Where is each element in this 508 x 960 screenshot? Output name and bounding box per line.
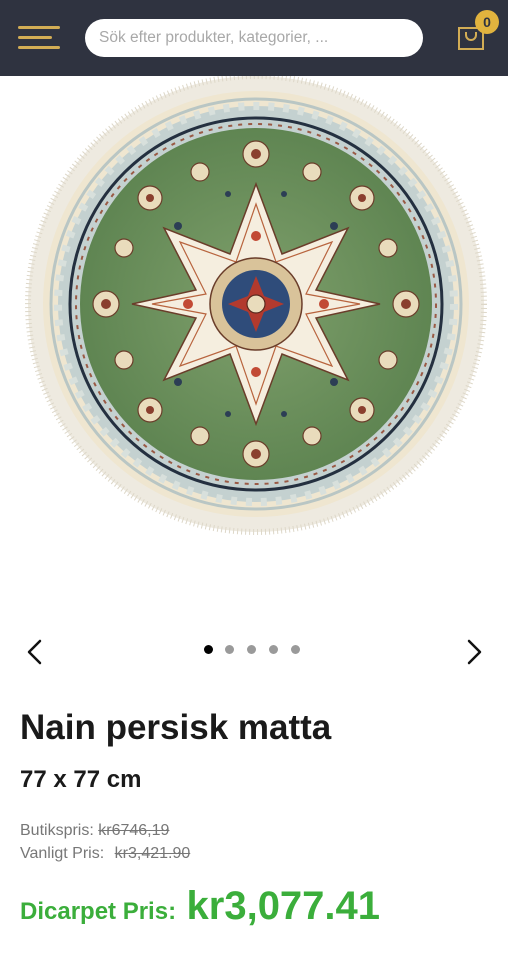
slide-dot-5[interactable] xyxy=(291,645,300,654)
product-image[interactable] xyxy=(0,76,508,621)
final-price-label: Dicarpet Pris: xyxy=(20,898,177,925)
final-price-row: Dicarpet Pris: kr3,077.41 xyxy=(20,884,380,929)
slide-dot-4[interactable] xyxy=(269,645,278,654)
product-size: 77 x 77 cm xyxy=(20,766,142,793)
store-price: kr6746,19 xyxy=(98,822,170,839)
cart-count-badge: 0 xyxy=(475,10,499,34)
regular-price: kr3,421.90 xyxy=(114,845,191,862)
slide-dot-1[interactable] xyxy=(204,645,213,654)
cart-button[interactable]: 0 xyxy=(455,10,499,56)
top-header: 0 xyxy=(0,0,508,76)
search-input[interactable] xyxy=(85,19,423,57)
hamburger-icon[interactable] xyxy=(18,26,60,52)
product-title: Nain persisk matta xyxy=(20,708,332,747)
regular-price-row: Vanligt Pris: kr3,421.90 xyxy=(20,845,190,863)
chevron-left-icon[interactable] xyxy=(24,638,48,666)
final-price: kr3,077.41 xyxy=(186,884,381,928)
store-price-label: Butikspris: xyxy=(20,822,94,839)
slide-dot-2[interactable] xyxy=(225,645,234,654)
chevron-right-icon[interactable] xyxy=(461,638,485,666)
store-price-row: Butikspris: kr6746,19 xyxy=(20,822,169,840)
regular-price-label: Vanligt Pris: xyxy=(20,845,105,862)
slide-dot-3[interactable] xyxy=(247,645,256,654)
